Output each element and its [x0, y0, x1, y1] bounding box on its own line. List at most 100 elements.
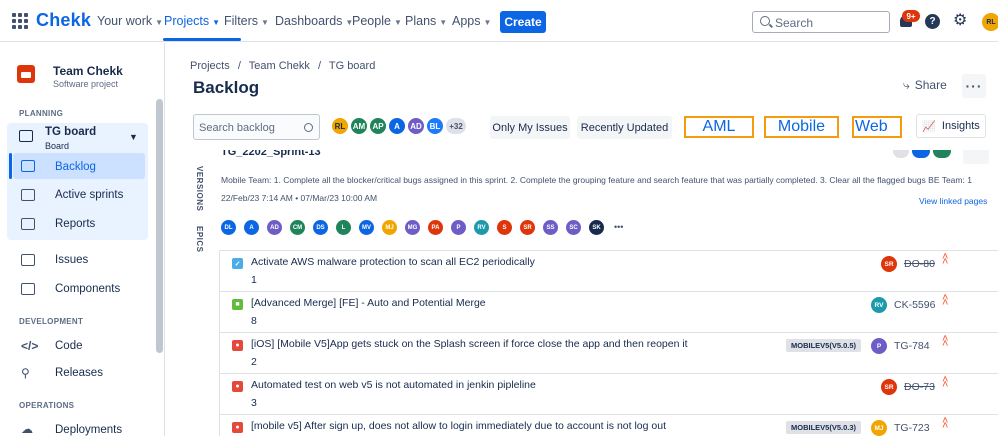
chevron-down-icon[interactable]: ▼ [129, 132, 138, 142]
member-avatar[interactable]: CM [290, 220, 305, 235]
board-selector[interactable]: TG board [45, 126, 96, 138]
issue-summary[interactable]: Automated test on web v5 is not automate… [251, 379, 536, 391]
member-avatar[interactable]: DS [313, 220, 328, 235]
issue-key[interactable]: TG-784 [894, 340, 930, 352]
priority-highest-icon: ˄ ˄ [942, 415, 949, 432]
quick-filter-web[interactable]: Web [852, 116, 902, 138]
sidebar-scrollbar[interactable] [156, 99, 163, 353]
breadcrumb-board[interactable]: TG board [329, 60, 375, 72]
avatar[interactable]: AM [349, 116, 369, 136]
issue-summary[interactable]: [Advanced Merge] [FE] - Auto and Potenti… [251, 297, 486, 309]
member-avatar[interactable]: SC [566, 220, 581, 235]
member-avatar[interactable]: PA [428, 220, 443, 235]
sidebar-item-label[interactable]: Backlog [55, 161, 96, 173]
member-avatar[interactable]: L [336, 220, 351, 235]
sidebar-item-code[interactable]: Code [55, 340, 83, 352]
nav-projects[interactable]: Projects ▼ [164, 14, 220, 28]
sprint-name[interactable]: TG_2202_Sprint-13 [221, 150, 461, 158]
help-icon[interactable]: ? [925, 14, 940, 29]
issue-summary[interactable]: [iOS] [Mobile V5]App gets stuck on the S… [251, 338, 688, 350]
only-my-issues-filter[interactable]: Only My Issues [490, 116, 570, 139]
nav-dashboards[interactable]: Dashboards ▼ [275, 14, 353, 28]
issue-row[interactable]: ■ [Advanced Merge] [FE] - Auto and Potent… [219, 291, 998, 332]
nav-people[interactable]: People ▼ [352, 14, 402, 28]
backlog-search-input[interactable]: Search backlog [193, 114, 320, 140]
story-points[interactable]: 2 [251, 356, 257, 368]
project-name[interactable]: Team Chekk [53, 64, 123, 78]
sidebar-item-reports[interactable]: Reports [55, 218, 95, 230]
nav-plans[interactable]: Plans ▼ [405, 14, 447, 28]
nav-filters[interactable]: Filters ▼ [224, 14, 269, 28]
user-avatar[interactable]: RL [982, 13, 998, 31]
story-points[interactable]: 3 [251, 397, 257, 409]
breadcrumb-projects[interactable]: Projects [190, 60, 230, 72]
notification-badge: 9+ [902, 10, 920, 22]
nav-apps[interactable]: Apps ▼ [452, 14, 491, 28]
issue-row[interactable]: ● Automated test on web v5 is not automat… [219, 373, 998, 414]
story-points[interactable]: 8 [251, 315, 257, 327]
member-avatar[interactable]: AD [267, 220, 282, 235]
issue-row[interactable]: ✓ Activate AWS malware protection to scan… [219, 250, 998, 291]
member-avatar[interactable]: MG [405, 220, 420, 235]
avatar-more[interactable]: +32 [444, 116, 468, 136]
member-avatar[interactable]: DL [221, 220, 236, 235]
sidebar-item-active-sprints[interactable]: Active sprints [55, 189, 123, 201]
issue-summary[interactable]: Activate AWS malware protection to scan … [251, 256, 535, 268]
share-button[interactable]: ⤷ Share [903, 78, 947, 93]
member-avatar[interactable]: P [451, 220, 466, 235]
create-button[interactable]: Create [500, 11, 546, 33]
sidebar-item-deployments[interactable]: Deployments [55, 424, 122, 436]
priority-highest-icon: ˄ ˄ [942, 251, 949, 268]
assignee-avatar[interactable]: RV [871, 297, 887, 313]
member-avatar[interactable]: SK [589, 220, 604, 235]
issue-key[interactable]: TG-723 [894, 422, 930, 434]
assignee-avatar[interactable]: SR [881, 379, 897, 395]
member-avatar[interactable]: RV [474, 220, 489, 235]
logo[interactable]: Chekk [36, 10, 91, 31]
member-avatar[interactable]: SR [520, 220, 535, 235]
avatar[interactable]: A [387, 116, 407, 136]
epics-panel-toggle[interactable]: EPICS [195, 226, 204, 253]
member-avatar[interactable]: SS [543, 220, 558, 235]
more-members-button[interactable]: ••• [614, 220, 623, 235]
sprint-menu-button[interactable] [963, 150, 989, 164]
nav-your-work[interactable]: Your work ▼ [97, 14, 163, 28]
issue-row[interactable]: ● [iOS] [Mobile V5]App gets stuck on the … [219, 332, 998, 373]
story-points[interactable]: 1 [251, 274, 257, 286]
gear-icon[interactable]: ⚙ [953, 13, 969, 29]
quick-filter-aml[interactable]: AML [684, 116, 754, 138]
issue-key[interactable]: DO-80 [904, 258, 935, 270]
assignee-avatar[interactable]: MJ [871, 420, 887, 436]
more-actions-button[interactable]: ··· [962, 74, 986, 98]
member-avatar[interactable]: MV [359, 220, 374, 235]
sprint-header: TG_2202_Sprint-13 [221, 150, 461, 160]
versions-panel-toggle[interactable]: VERSIONS [195, 166, 204, 211]
breadcrumb: Projects / Team Chekk / TG board [190, 60, 376, 72]
member-avatar[interactable]: S [497, 220, 512, 235]
avatar[interactable]: BL [425, 116, 445, 136]
quick-filter-mobile[interactable]: Mobile [764, 116, 839, 138]
sidebar-item-issues[interactable]: Issues [55, 254, 88, 266]
breadcrumb-team[interactable]: Team Chekk [249, 60, 310, 72]
view-linked-pages-link[interactable]: View linked pages [919, 196, 987, 206]
member-avatar[interactable]: A [244, 220, 259, 235]
issue-key[interactable]: DO-73 [904, 381, 935, 393]
sidebar-item-releases[interactable]: Releases [55, 367, 103, 379]
sidebar-item-components[interactable]: Components [55, 283, 120, 295]
issue-key[interactable]: CK-5596 [894, 299, 935, 311]
issue-row[interactable]: ● [mobile v5] After sign up, does not all… [219, 414, 998, 436]
components-icon [21, 283, 35, 295]
member-avatar[interactable]: MJ [382, 220, 397, 235]
assignee-avatar[interactable]: P [871, 338, 887, 354]
recently-updated-filter[interactable]: Recently Updated [577, 116, 672, 139]
issue-summary[interactable]: [mobile v5] After sign up, does not allo… [251, 420, 666, 432]
epic-tag[interactable]: MOBILEV5(V5.0.5) [786, 339, 862, 352]
avatar[interactable]: RL [330, 116, 350, 136]
insights-button[interactable]: 📈 Insights [916, 114, 986, 138]
assignee-avatar[interactable]: SR [881, 256, 897, 272]
avatar[interactable]: AD [406, 116, 426, 136]
avatar[interactable]: AP [368, 116, 388, 136]
app-switcher-icon[interactable] [12, 13, 28, 29]
global-search-input[interactable]: Search [752, 11, 890, 33]
epic-tag[interactable]: MOBILEV5(V5.0.3) [786, 421, 862, 434]
